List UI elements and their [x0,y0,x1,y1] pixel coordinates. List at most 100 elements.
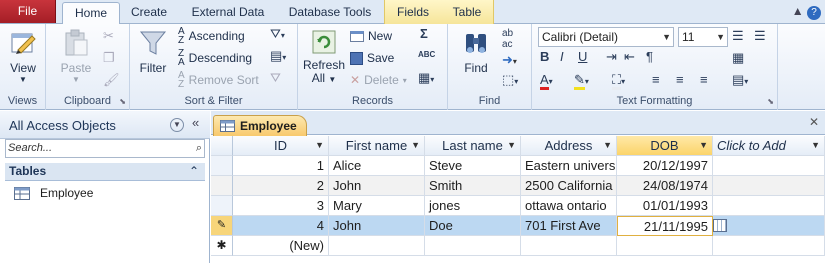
fill-color-icon[interactable]: ⛶▾ [612,72,625,90]
cell-last-name[interactable]: Smith [425,176,521,196]
font-size-combo[interactable]: 11 ▼ [678,27,728,47]
more-records-icon[interactable]: ▦▾ [418,70,434,86]
cell-id[interactable]: 1 [233,156,329,176]
paste-button[interactable]: Paste ▼ [56,28,96,84]
cell-last-name[interactable]: Steve [425,156,521,176]
toggle-filter-icon[interactable]: ⛛ [270,70,281,86]
cell-first-name[interactable]: John [329,176,425,196]
cell-dob[interactable]: 01/01/1993 [617,196,713,216]
column-header-last-name[interactable]: Last name ▼ [425,136,521,156]
record-selector[interactable] [211,176,233,196]
select-all-corner[interactable] [211,136,233,156]
rtl-icon[interactable]: ¶ [646,49,653,64]
column-header-first-name[interactable]: First name ▼ [329,136,425,156]
alternate-row-color-icon[interactable]: ▤▾ [732,72,748,88]
table-row[interactable]: 2 John Smith 2500 California 24/08/1974 [211,176,825,196]
date-picker-icon[interactable] [713,219,727,232]
column-header-id[interactable]: ID ▼ [233,136,329,156]
gridlines-icon[interactable]: ▦ [732,50,744,66]
record-selector[interactable] [211,156,233,176]
column-header-address[interactable]: Address ▼ [521,136,617,156]
font-color-icon[interactable]: A▾ [540,72,553,90]
delete-record-button[interactable]: ✕ Delete ▾ [350,70,407,90]
cell-first-name[interactable]: Mary [329,196,425,216]
tab-external-data[interactable]: External Data [180,2,276,24]
new-record-button[interactable]: New [350,26,392,46]
dialog-launcher-icon[interactable]: ⬊ [119,97,126,106]
italic-icon[interactable]: I [560,49,564,64]
cell-click-to-add[interactable] [713,216,825,236]
nav-title[interactable]: All Access Objects [9,118,116,133]
table-row-current[interactable]: ✎ 4 John Doe 701 First Ave 21/11/1995 [211,216,825,236]
nav-menu-icon[interactable]: ▼ [170,116,184,132]
bullets-icon[interactable]: ☰ [732,28,744,44]
tab-database-tools[interactable]: Database Tools [280,2,380,24]
click-to-add-column[interactable]: Click to Add ▼ [713,136,825,156]
highlight-icon[interactable]: ✎▾ [574,72,589,90]
outdent-icon[interactable]: ⇤ [624,49,635,65]
find-button[interactable]: Find [456,28,496,75]
chevron-down-icon[interactable]: ▼ [603,136,612,155]
save-record-button[interactable]: Save [350,48,394,68]
align-center-icon[interactable]: ≡ [676,72,684,87]
cell-last-name[interactable]: Doe [425,216,521,236]
filter-button[interactable]: Filter [134,28,172,75]
nav-item-employee[interactable]: Employee [14,184,93,202]
copy-icon[interactable]: ❐ [103,50,115,66]
spelling-icon[interactable]: ABC [418,50,435,59]
collapse-icon[interactable]: ⌃ [189,163,199,180]
tab-table[interactable]: Table [442,2,492,24]
cell-dob[interactable] [617,236,713,256]
tab-file[interactable]: File [0,0,56,23]
chevron-down-icon[interactable]: ▼ [411,136,420,155]
cell-address[interactable]: ottawa ontario [521,196,617,216]
remove-sort-button[interactable]: A Z Remove Sort [178,70,259,90]
ascending-button[interactable]: A Z Ascending [178,26,245,46]
new-record-row[interactable]: ✱ (New) [211,236,825,256]
chevron-down-icon[interactable]: ▼ [507,136,516,155]
align-left-icon[interactable]: ≡ [652,72,660,87]
search-icon[interactable]: ⌕ [196,140,202,157]
select-icon[interactable]: ⬚▾ [502,72,518,88]
format-painter-icon[interactable]: 🖌 [103,72,120,88]
font-name-combo[interactable]: Calibri (Detail) ▼ [538,27,674,47]
document-tab-employee[interactable]: Employee [213,115,307,136]
cell-first-name[interactable]: Alice [329,156,425,176]
record-selector[interactable] [211,196,233,216]
view-button[interactable]: View ▼ [4,28,42,84]
tab-fields[interactable]: Fields [388,2,438,24]
cell-id-new[interactable]: (New) [233,236,329,256]
cut-icon[interactable]: ✂ [103,28,114,44]
cell-address[interactable] [521,236,617,256]
cell-click-to-add[interactable] [713,236,825,256]
numbering-icon[interactable]: ☰ [754,28,766,44]
cell-click-to-add[interactable] [713,156,825,176]
goto-icon[interactable]: ➜▾ [502,52,517,68]
nav-group-tables[interactable]: Tables ⌃ [5,163,205,181]
nav-search-input[interactable]: Search... ⌕ [5,139,205,158]
cell-click-to-add[interactable] [713,196,825,216]
indent-icon[interactable]: ⇥ [606,49,617,65]
cell-dob[interactable]: 24/08/1974 [617,176,713,196]
advanced-filter-icon[interactable]: ▤▾ [270,48,286,64]
cell-last-name[interactable]: jones [425,196,521,216]
help-icon[interactable]: ▲ ? [792,4,821,20]
cell-id[interactable]: 3 [233,196,329,216]
dialog-launcher-icon[interactable]: ⬊ [767,97,774,106]
underline-icon[interactable]: U [578,49,587,64]
bold-icon[interactable]: B [540,49,549,64]
cell-last-name[interactable] [425,236,521,256]
table-row[interactable]: 1 Alice Steve Eastern univers 20/12/1997 [211,156,825,176]
cell-id[interactable]: 4 [233,216,329,236]
tab-create[interactable]: Create [122,2,176,24]
refresh-all-button[interactable]: Refresh All ▼ [302,28,346,86]
cell-click-to-add[interactable] [713,176,825,196]
chevron-down-icon[interactable]: ▼ [315,136,324,155]
cell-address[interactable]: 701 First Ave [521,216,617,236]
replace-icon[interactable]: ab ac [502,28,513,50]
cell-dob-active[interactable]: 21/11/1995 [617,216,713,236]
tab-home[interactable]: Home [62,2,120,25]
descending-button[interactable]: Z A Descending [178,48,252,68]
close-icon[interactable]: ✕ [809,115,819,129]
new-record-selector[interactable]: ✱ [211,236,233,256]
